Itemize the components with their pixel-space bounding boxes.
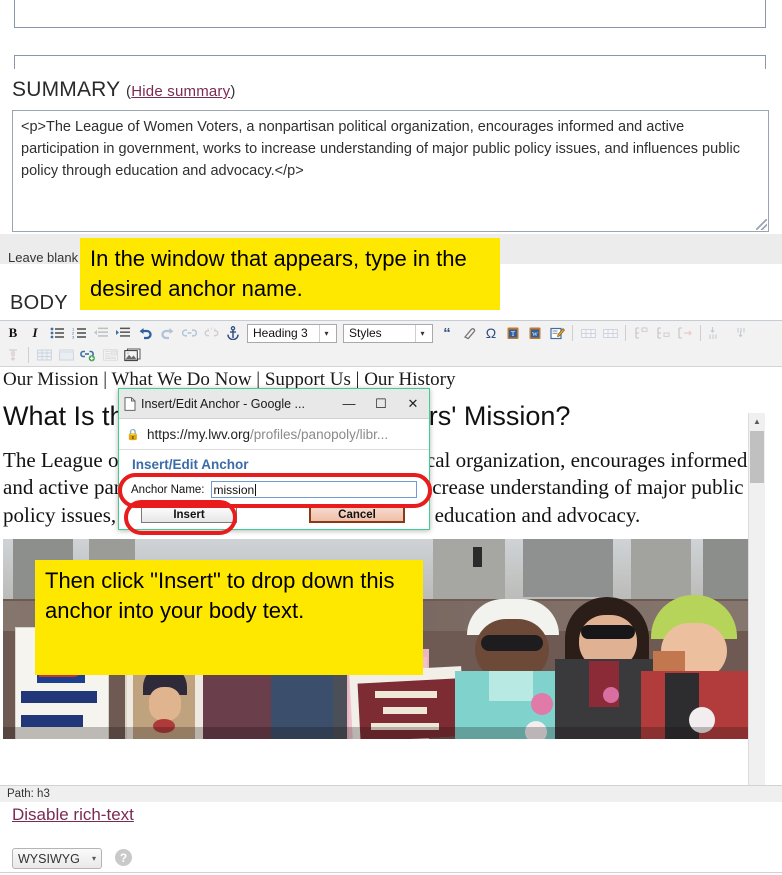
url-domain: https://my.lwv.org (147, 426, 251, 442)
bulleted-list-icon[interactable] (46, 323, 68, 344)
anchor-icon[interactable] (222, 323, 244, 344)
eraser-icon[interactable] (458, 323, 480, 344)
paste-text-icon[interactable]: T (502, 323, 524, 344)
chevron-down-icon: ▾ (319, 324, 333, 342)
path-text: Path: h3 (7, 788, 50, 800)
url-path: /profiles/panopoly/libr... (250, 426, 389, 442)
cell-prop-icon[interactable] (630, 323, 652, 344)
anchor-marker-icon[interactable] (2, 345, 24, 366)
anchor-name-label: Anchor Name: (131, 483, 205, 496)
styles-select[interactable]: Styles ▾ (343, 323, 433, 343)
dialog-form-heading: Insert/Edit Anchor (132, 457, 249, 472)
chevron-down-icon: ▾ (415, 324, 429, 342)
anchor-name-value: mission (213, 482, 255, 497)
lock-icon: 🔒 (126, 428, 140, 441)
dialog-title-bar[interactable]: Insert/Edit Anchor - Google ... — ☐ ✕ (119, 389, 429, 419)
dialog-url-text: https://my.lwv.org/profiles/panopoly/lib… (147, 427, 388, 442)
image-icon[interactable] (121, 345, 143, 366)
table-props-icon[interactable] (55, 345, 77, 366)
toolbar-separator (572, 325, 573, 341)
toolbar-separator (700, 325, 701, 341)
scroll-up-arrow-icon[interactable]: ▲ (749, 413, 765, 429)
link-add-icon[interactable] (77, 345, 99, 366)
link-icon[interactable] (178, 323, 200, 344)
indent-icon[interactable] (112, 323, 134, 344)
svg-text:W: W (532, 332, 538, 338)
omega-icon[interactable]: Ω (480, 323, 502, 344)
textarea-resize-handle[interactable] (756, 219, 767, 230)
insert-edit-anchor-dialog[interactable]: Insert/Edit Anchor - Google ... — ☐ ✕ 🔒 … (118, 388, 430, 530)
summary-label: SUMMARY (12, 78, 120, 101)
table-icon[interactable] (33, 345, 55, 366)
close-icon[interactable]: ✕ (397, 389, 429, 418)
page-icon (119, 396, 141, 411)
summary-textarea-value: <p>The League of Women Voters, a nonpart… (21, 119, 740, 180)
toolbar-row-2 (2, 344, 143, 366)
outdent-icon[interactable] (90, 323, 112, 344)
maximize-icon[interactable]: ☐ (365, 389, 397, 418)
italic-button[interactable]: I (24, 323, 46, 344)
text-cursor (255, 483, 257, 496)
hide-summary-link[interactable]: Hide summary (131, 83, 230, 100)
help-icon[interactable]: ? (115, 849, 132, 866)
redo-icon[interactable] (156, 323, 178, 344)
text-format-select[interactable]: WYSIWYG ▾ (12, 848, 102, 869)
paragraph-format-value: Heading 3 (253, 326, 308, 340)
callout-annotation-2: Then click "Insert" to drop down this an… (35, 560, 423, 675)
chevron-down-icon: ▾ (91, 854, 96, 863)
undo-icon[interactable] (134, 323, 156, 344)
template-icon[interactable] (99, 345, 121, 366)
table-row-icon[interactable] (577, 323, 599, 344)
anchor-name-row: Anchor Name: mission (131, 481, 417, 498)
body-section-label: BODY (10, 292, 68, 314)
insert-button[interactable]: Insert (141, 506, 237, 523)
svg-text:T: T (511, 330, 516, 338)
top-empty-field-2[interactable] (14, 55, 766, 69)
minimize-icon[interactable]: — (333, 389, 365, 418)
toolbar-separator (625, 325, 626, 341)
edit-pencil-icon[interactable] (546, 323, 568, 344)
toolbar-separator (28, 347, 29, 363)
table-col-icon[interactable] (599, 323, 621, 344)
dialog-title-text: Insert/Edit Anchor - Google ... (141, 396, 305, 411)
dialog-url-bar[interactable]: 🔒 https://my.lwv.org/profiles/panopoly/l… (119, 419, 429, 450)
editor-path-bar: Path: h3 (0, 785, 782, 802)
disable-rich-text-link[interactable]: Disable rich-text (12, 805, 134, 825)
row-top-icon[interactable] (705, 323, 727, 344)
callout-annotation-1: In the window that appears, type in the … (80, 238, 500, 310)
bottom-divider (0, 872, 782, 873)
anchor-name-input[interactable]: mission (210, 481, 417, 498)
top-empty-field-1[interactable] (14, 0, 766, 28)
numbered-list-icon[interactable]: 123 (68, 323, 90, 344)
row-bottom-icon[interactable] (727, 323, 749, 344)
toolbar-row-1: B I 123 Heading 3 ▾ Styles ▾ “ Ω T W (2, 322, 749, 344)
paste-word-icon[interactable]: W (524, 323, 546, 344)
editor-scrollbar[interactable]: ▲ ▼ (748, 413, 765, 785)
paren-close: ) (230, 83, 236, 100)
svg-text:3: 3 (72, 335, 75, 339)
quote-icon[interactable]: “ (436, 323, 458, 344)
cancel-button[interactable]: Cancel (309, 506, 405, 523)
text-format-value: WYSIWYG (18, 851, 80, 866)
paragraph-format-select[interactable]: Heading 3 ▾ (247, 323, 337, 343)
unlink-icon[interactable] (200, 323, 222, 344)
leave-blank-hint: Leave blank (8, 250, 79, 265)
scrollbar-thumb[interactable] (750, 431, 764, 483)
split-cells-icon[interactable] (674, 323, 696, 344)
editor-toolbar: B I 123 Heading 3 ▾ Styles ▾ “ Ω T W (0, 321, 782, 367)
merge-cells-icon[interactable] (652, 323, 674, 344)
styles-select-value: Styles (349, 326, 382, 340)
summary-textarea[interactable]: <p>The League of Women Voters, a nonpart… (12, 110, 769, 232)
summary-heading: SUMMARY (Hide summary) (12, 78, 512, 104)
bold-button[interactable]: B (2, 323, 24, 344)
